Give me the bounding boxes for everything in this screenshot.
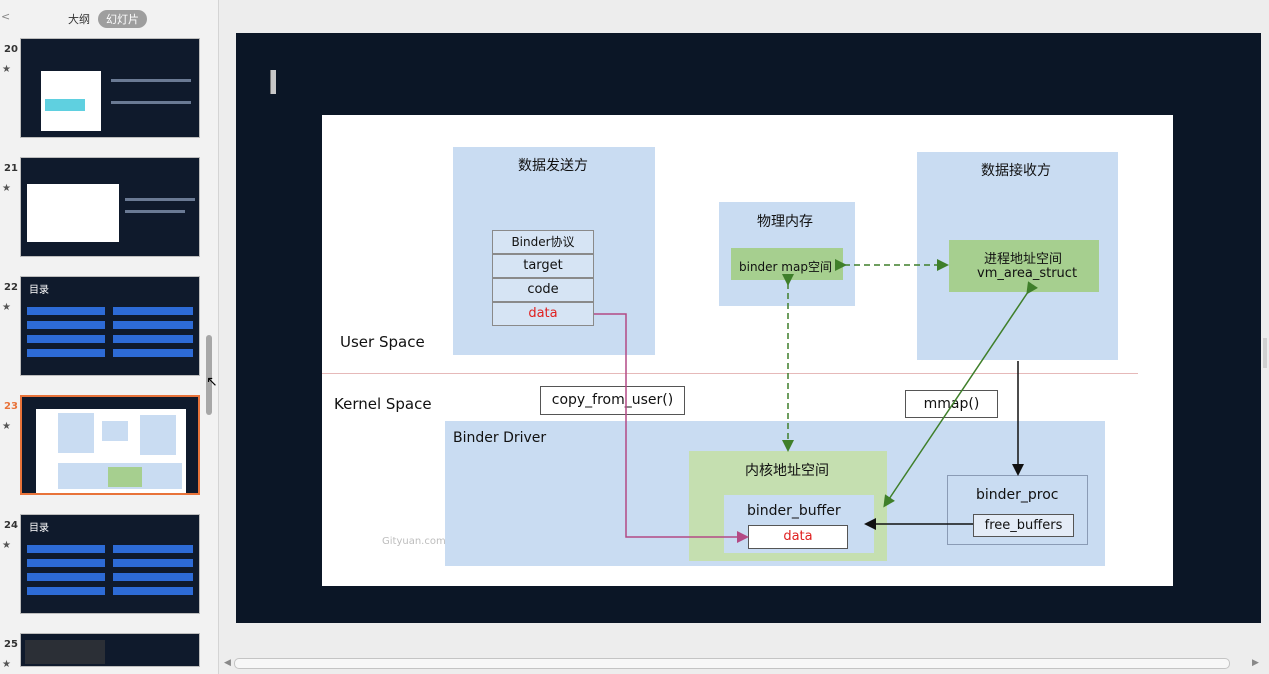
- slide-number: 22: [4, 282, 18, 293]
- slide-number: 23: [4, 401, 18, 412]
- tab-outline[interactable]: 大纲: [60, 10, 98, 28]
- mmap-arrow: [883, 281, 1038, 508]
- slide-thumbnail-21[interactable]: [20, 157, 200, 257]
- star-icon: ★: [2, 302, 11, 313]
- slide-thumbnail-panel: < 大纲 幻灯片 20 ★ 21 ★ 22 ★ 目录 23 ★ 24 ★ 目录 …: [0, 0, 219, 674]
- thumbnail-title: 目录: [29, 523, 49, 534]
- slide-number: 20: [4, 44, 18, 55]
- slide-thumbnail-25[interactable]: [20, 633, 200, 667]
- text-cursor: [270, 70, 276, 94]
- tab-slides[interactable]: 幻灯片: [98, 10, 147, 28]
- panel-tabs: < 大纲 幻灯片: [0, 8, 218, 28]
- star-icon: ★: [2, 659, 11, 670]
- collapse-panel-icon[interactable]: <: [1, 10, 10, 23]
- copy-data-arrow: [594, 313, 749, 543]
- star-icon: ★: [2, 183, 11, 194]
- slide-number: 21: [4, 163, 18, 174]
- slide-thumbnail-20[interactable]: [20, 38, 200, 138]
- star-icon: ★: [2, 64, 11, 75]
- thumbnail-title: 目录: [29, 285, 49, 296]
- diagram-arrows: [594, 259, 1038, 543]
- slide-number: 25: [4, 639, 18, 650]
- horizontal-scrollbar[interactable]: [234, 658, 1230, 669]
- slide-thumbnail-23[interactable]: [20, 395, 200, 495]
- star-icon: ★: [2, 421, 11, 432]
- scroll-right-icon[interactable]: ▶: [1252, 658, 1259, 668]
- mouse-pointer-icon: ↖: [206, 374, 218, 390]
- scroll-left-icon[interactable]: ◀: [224, 658, 231, 668]
- right-panel-handle[interactable]: [1263, 338, 1267, 368]
- slide-thumbnail-22[interactable]: 目录: [20, 276, 200, 376]
- slide-thumbnail-24[interactable]: 目录: [20, 514, 200, 614]
- star-icon: ★: [2, 540, 11, 551]
- binder-diagram-image: 数据发送方 Binder协议 target code data 物理内存 bin…: [322, 115, 1173, 586]
- slide-number: 24: [4, 520, 18, 531]
